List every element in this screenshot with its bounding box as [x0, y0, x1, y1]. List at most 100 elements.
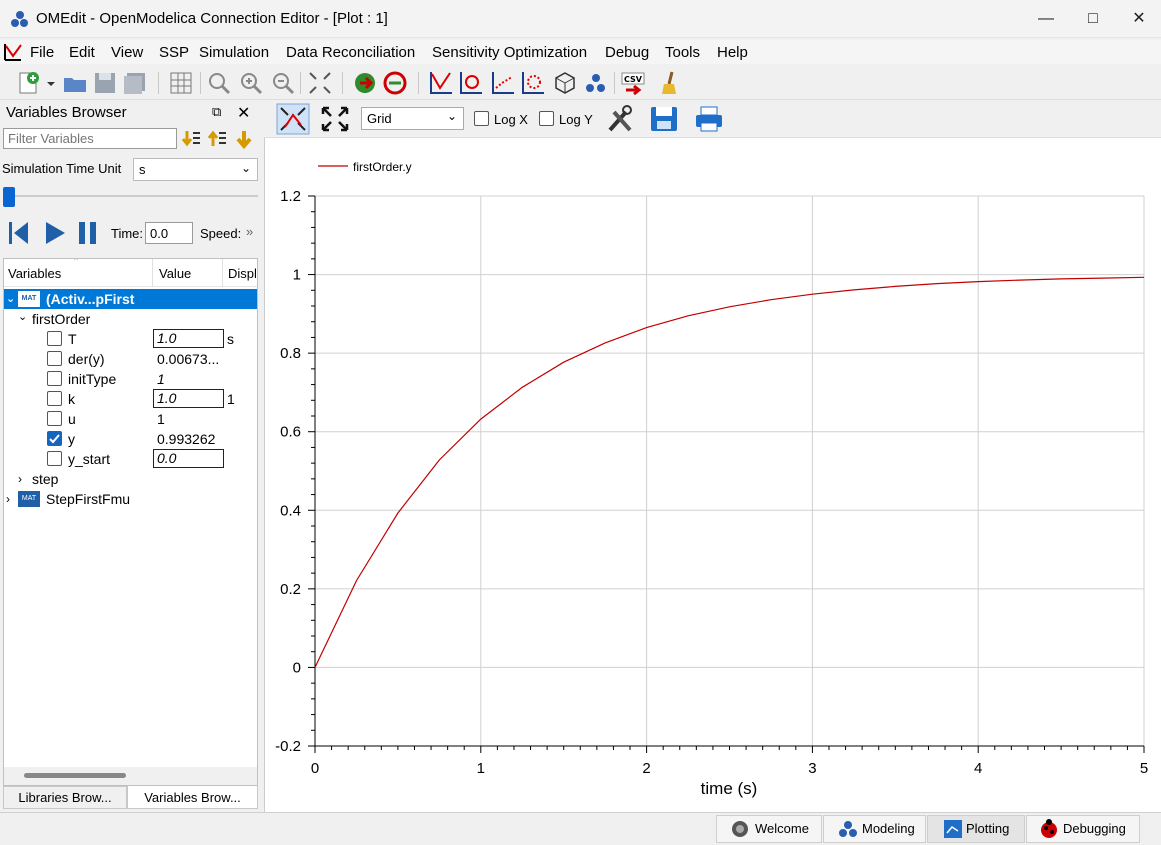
column-variables[interactable]: Variables: [8, 264, 61, 284]
variable-row-t[interactable]: T 1.0 s: [4, 329, 257, 349]
network-icon[interactable]: [583, 70, 609, 96]
plot-icon[interactable]: [428, 70, 454, 96]
export-csv-icon[interactable]: CSV: [620, 70, 646, 96]
welcome-icon: [732, 821, 748, 837]
variable-row-y[interactable]: y 0.993262: [4, 429, 257, 449]
simulate-icon[interactable]: [352, 70, 378, 96]
perspective-plotting[interactable]: Plotting: [927, 815, 1025, 843]
time-input[interactable]: [145, 222, 193, 244]
tree-group-firstorder[interactable]: ⌄ firstOrder: [4, 309, 257, 329]
expand-all-icon[interactable]: [180, 128, 202, 150]
variable-checkbox[interactable]: [47, 371, 62, 386]
tab-variables-browser[interactable]: Variables Brow...: [127, 786, 258, 809]
column-value[interactable]: Value: [159, 264, 191, 284]
zoom-icon[interactable]: [206, 70, 232, 96]
new-file-icon[interactable]: [16, 70, 42, 96]
collapse-all-icon[interactable]: [206, 128, 228, 150]
menu-tools[interactable]: Tools: [665, 44, 700, 61]
time-slider-handle[interactable]: [3, 187, 15, 207]
scrollbar-thumb[interactable]: [24, 773, 126, 778]
tree-root-stepfirstfmu[interactable]: › MAT StepFirstFmu: [4, 489, 257, 509]
close-button[interactable]: ✕: [1116, 0, 1161, 38]
tab-libraries-browser[interactable]: Libraries Brow...: [3, 786, 127, 809]
x-tick-label: 0: [311, 760, 319, 777]
grid-select[interactable]: Grid ⌄: [361, 107, 464, 130]
filter-variables-input[interactable]: [3, 128, 177, 149]
sim-time-unit-select[interactable]: s ⌄: [133, 158, 258, 181]
simulation-setup-icon[interactable]: [382, 70, 408, 96]
save-all-icon[interactable]: [122, 70, 148, 96]
plot-canvas[interactable]: firstOrder.y -0.2 0 0.2 0.4 0.6 0.8 1 1.2 0 1 2 3 4 5…: [264, 138, 1161, 812]
array-parametric-plot-icon[interactable]: [520, 70, 546, 96]
chevron-down-icon[interactable]: [44, 70, 58, 96]
save-plot-icon[interactable]: [649, 105, 679, 133]
open-folder-icon[interactable]: [62, 70, 88, 96]
column-display[interactable]: Displa: [228, 264, 257, 284]
chevron-down-icon: ⌄: [18, 311, 28, 323]
variable-value-input[interactable]: 0.0: [153, 449, 224, 468]
time-label: Time:: [111, 226, 144, 241]
zoom-extents-icon[interactable]: [320, 105, 350, 133]
y-tick-label: -0.2: [275, 738, 301, 755]
menu-debug[interactable]: Debug: [605, 44, 649, 61]
menu-ssp[interactable]: SSP: [159, 44, 189, 61]
menu-data-reconciliation[interactable]: Data Reconciliation: [286, 44, 415, 61]
variables-tree: ˆ Variables Value Displa ⌄ MAT (Activ...…: [3, 258, 258, 786]
variable-row-inittype[interactable]: initType 1: [4, 369, 257, 389]
svg-text:CSV: CSV: [624, 75, 643, 84]
menu-help[interactable]: Help: [717, 44, 748, 61]
variable-checkbox[interactable]: [47, 411, 62, 426]
save-icon[interactable]: [92, 70, 118, 96]
variable-value: 1: [157, 371, 165, 387]
variable-value-input[interactable]: 1.0: [153, 329, 224, 348]
variable-checkbox[interactable]: [47, 391, 62, 406]
chevron-right-icon: ›: [18, 472, 22, 486]
variable-name: der(y): [68, 351, 105, 367]
variable-row-der-y-[interactable]: der(y) 0.00673...: [4, 349, 257, 369]
perspective-modeling[interactable]: Modeling: [823, 815, 926, 843]
perspective-welcome[interactable]: Welcome: [716, 815, 822, 843]
setup-tools-icon[interactable]: [604, 104, 636, 134]
tree-root-active[interactable]: ⌄ MAT (Activ...pFirst: [4, 289, 257, 309]
menu-file[interactable]: File: [30, 44, 54, 61]
array-plot-icon[interactable]: [490, 70, 516, 96]
undock-icon[interactable]: ⧉: [212, 104, 221, 120]
close-panel-icon[interactable]: ✕: [237, 103, 250, 123]
chevron-down-icon: ⌄: [446, 109, 457, 123]
pause-icon[interactable]: [76, 219, 102, 247]
horizontal-scrollbar[interactable]: [4, 767, 257, 785]
menu-edit[interactable]: Edit: [69, 44, 95, 61]
variable-row-y-start[interactable]: y_start 0.0: [4, 449, 257, 469]
variable-value-input[interactable]: 1.0: [153, 389, 224, 408]
time-slider-track[interactable]: [3, 195, 258, 197]
log-x-checkbox[interactable]: [474, 111, 489, 126]
perspective-debugging[interactable]: Debugging: [1026, 815, 1140, 843]
menu-sensitivity-optimization[interactable]: Sensitivity Optimization: [432, 44, 587, 61]
menu-simulation[interactable]: Simulation: [199, 44, 269, 61]
fit-in-view-icon[interactable]: [276, 103, 310, 135]
rewind-icon[interactable]: [6, 219, 32, 247]
parametric-plot-icon[interactable]: [458, 70, 484, 96]
arrow-down-icon[interactable]: [233, 128, 255, 150]
variable-row-u[interactable]: u1: [4, 409, 257, 429]
ladybug-icon: [1041, 819, 1057, 838]
more-icon[interactable]: »: [246, 224, 253, 239]
variable-checkbox[interactable]: [47, 431, 62, 446]
fit-to-window-icon[interactable]: [307, 70, 333, 96]
variable-checkbox[interactable]: [47, 331, 62, 346]
print-icon[interactable]: [694, 105, 724, 133]
variable-checkbox[interactable]: [47, 351, 62, 366]
maximize-button[interactable]: □: [1070, 0, 1116, 38]
3d-view-icon[interactable]: [552, 70, 578, 96]
variable-row-k[interactable]: k 1.0 1: [4, 389, 257, 409]
menu-view[interactable]: View: [111, 44, 143, 61]
grid-icon[interactable]: [168, 70, 194, 96]
variable-checkbox[interactable]: [47, 451, 62, 466]
log-y-checkbox[interactable]: [539, 111, 554, 126]
tree-group-step[interactable]: › step: [4, 469, 257, 489]
minimize-button[interactable]: —: [1023, 0, 1069, 38]
play-icon[interactable]: [42, 219, 68, 247]
clear-broom-icon[interactable]: [658, 70, 684, 96]
zoom-out-icon[interactable]: [270, 70, 296, 96]
zoom-in-icon[interactable]: [238, 70, 264, 96]
